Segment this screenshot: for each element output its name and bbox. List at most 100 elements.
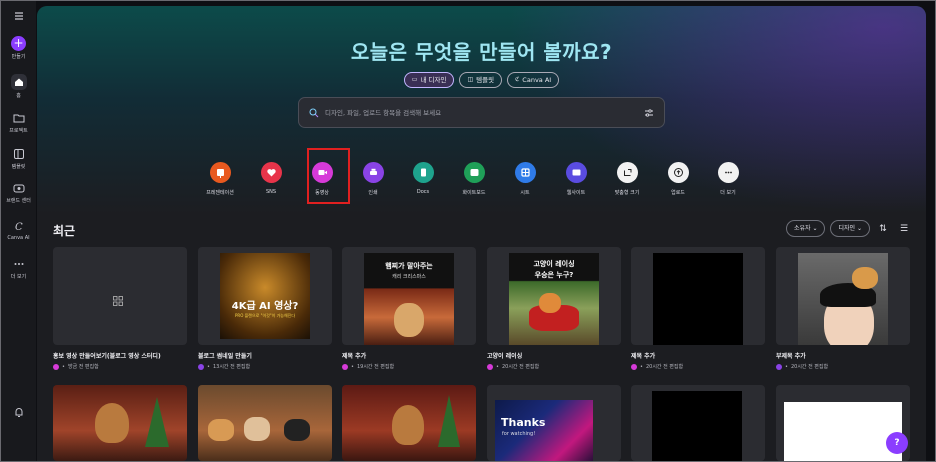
christmas-tree-image (145, 397, 169, 447)
kitten-image (208, 419, 234, 441)
recent-card-8[interactable] (198, 385, 332, 461)
card-edited-time: 20시간 전 편집함 (501, 364, 540, 370)
design-type-icon (487, 363, 493, 370)
recent-card-2[interactable]: 4K급 AI 영상? PRO 플랜으로 "이것"이 가능해진다 블로그 썸네일 만들… (198, 247, 332, 370)
thanks-sub-text: for watching! (502, 431, 536, 437)
grid-placeholder-icon (113, 291, 123, 306)
list-view-icon[interactable]: ☰ (896, 221, 912, 237)
recent-controls: 소유자 ⌄ 디자인 ⌄ ⇅ ☰ (785, 220, 912, 237)
card-thumbnail: 4K급 AI 영상? PRO 플랜으로 "이것"이 가능해진다 (198, 247, 332, 345)
pill-label: Canva AI (522, 76, 552, 84)
search-input[interactable] (325, 108, 644, 117)
canva-ai-label: Canva AI (7, 235, 30, 241)
recent-card-1[interactable]: 홍보 영상 만들어보기(블로그 영상 스터디) • 방금 전 편집함 (53, 247, 187, 370)
create-button[interactable]: + 만들기 (1, 36, 36, 60)
notifications-button[interactable] (1, 405, 36, 421)
teddy-bear-image (95, 403, 129, 443)
brand-icon (13, 184, 24, 193)
card-thumbnail (776, 247, 910, 345)
card-edited-time: 19시간 전 편집함 (356, 364, 395, 370)
more-dots-icon (14, 263, 23, 265)
shortcut-website[interactable]: 웹사이트 (551, 162, 601, 196)
design-type-icon (776, 363, 782, 370)
shortcut-label: 인쇄 (368, 190, 378, 196)
black-slide-image (652, 391, 742, 461)
rail-item-more[interactable]: 더 보기 (1, 257, 36, 280)
shortcut-presentation[interactable]: 프레젠테이션 (195, 162, 245, 196)
rail-item-templates[interactable]: 템플릿 (1, 147, 36, 170)
card-edited-time: 13시간 전 편집함 (212, 364, 251, 370)
recent-card-9[interactable] (342, 385, 476, 461)
search-icon (309, 108, 319, 117)
help-button[interactable]: ? (886, 432, 908, 454)
rail-item-projects[interactable]: 프로젝트 (1, 111, 36, 134)
card-meta: • 20시간 전 편집함 (631, 363, 765, 370)
filter-icon[interactable] (644, 108, 654, 118)
canva-ai-icon: ℭ (515, 76, 520, 83)
rail-item-brand[interactable]: 브랜드 센터 (1, 181, 36, 204)
shortcut-label: 시트 (520, 190, 530, 196)
card-thumbnail: 햄찌가 말아주는 캐리 크리스마스 (342, 247, 476, 345)
cat-image (539, 293, 561, 313)
heart-icon (266, 169, 276, 177)
pill-label: 템플릿 (476, 76, 495, 84)
canva-ai-icon: C (15, 222, 23, 233)
shortcut-print[interactable]: 인쇄 (348, 162, 398, 196)
rail-item-canva-ai[interactable]: C Canva AI (1, 219, 36, 241)
thumbnail-image: 4K급 AI 영상? PRO 플랜으로 "이것"이 가능해진다 (220, 253, 310, 339)
svg-text:C: C (15, 222, 23, 233)
custom-size-icon (623, 169, 631, 176)
print-icon (369, 168, 377, 175)
white-slide-image (784, 402, 902, 461)
owner-filter[interactable]: 소유자 ⌄ (785, 220, 826, 237)
plus-icon: + (11, 36, 26, 51)
recent-card-11[interactable] (631, 385, 765, 461)
type-filter[interactable]: 디자인 ⌄ (830, 220, 870, 237)
thumb-subline: 캐리 크리스마스 (392, 274, 426, 280)
card-thumbnail (631, 247, 765, 345)
type-filter-label: 디자인 (838, 225, 856, 232)
kitten-image (284, 419, 310, 441)
shortcut-label: 업로드 (671, 190, 685, 196)
home-label: 홈 (16, 93, 21, 99)
card-title: 부제목 추가 (776, 353, 806, 360)
card-title: 고양이 레이싱 (487, 353, 523, 360)
recent-card-5[interactable]: 제목 추가 • 20시간 전 편집함 (631, 247, 765, 370)
menu-button[interactable] (1, 9, 36, 25)
christmas-tree-image (438, 395, 460, 447)
thanks-text: Thanks (501, 416, 546, 429)
shortcut-label: 맞춤형 크기 (614, 190, 640, 196)
recent-card-10[interactable]: Thanks for watching! (487, 385, 621, 461)
design-type-icon (631, 363, 637, 370)
rail-item-home[interactable]: 홈 (1, 74, 36, 99)
thumb-subline: 우승은 누구? (534, 271, 574, 279)
thumb-subline: PRO 플랜으로 "이것"이 가능해진다 (235, 313, 295, 318)
shortcut-more[interactable]: 더 보기 (703, 162, 753, 196)
template-icon: ◫ (467, 76, 474, 83)
recent-card-6[interactable]: 부제목 추가 • 20시간 전 편집함 (776, 247, 910, 370)
pill-canva-ai[interactable]: ℭ Canva AI (507, 72, 560, 88)
shortcut-docs[interactable]: Docs (398, 162, 448, 195)
hamster-image (394, 303, 424, 337)
pill-templates[interactable]: ◫ 템플릿 (459, 72, 503, 88)
shortcut-whiteboard[interactable]: 화이트보드 (449, 162, 499, 196)
teddy-bear-image (392, 405, 424, 445)
recent-card-3[interactable]: 햄찌가 말아주는 캐리 크리스마스 제목 추가 • 19시간 전 편집함 (342, 247, 476, 370)
search-bar[interactable] (298, 97, 665, 128)
shortcut-heart[interactable]: SNS (246, 162, 296, 195)
presentation-icon (216, 169, 224, 178)
card-meta: • 20시간 전 편집함 (776, 363, 910, 370)
sort-icon[interactable]: ⇅ (875, 221, 891, 237)
pill-my-designs[interactable]: ▭ 내 디자인 (403, 72, 455, 88)
chevron-down-icon: ⌄ (812, 225, 818, 232)
card-edited-time: 20시간 전 편집함 (790, 364, 829, 370)
shortcut-custom-size[interactable]: 맞춤형 크기 (602, 162, 652, 196)
card-meta: • 13시간 전 편집함 (198, 363, 332, 370)
card-meta: • 20시간 전 편집함 (487, 363, 621, 370)
thumb-headline: 고양이 레이싱 (533, 260, 575, 268)
shortcut-sheet[interactable]: 시트 (500, 162, 550, 196)
recent-card-4[interactable]: 고양이 레이싱 우승은 누구? 고양이 레이싱 • 20시간 전 편집함 (487, 247, 621, 370)
more-label: 더 보기 (10, 274, 27, 280)
shortcut-upload[interactable]: 업로드 (653, 162, 703, 196)
recent-card-7[interactable] (53, 385, 187, 461)
